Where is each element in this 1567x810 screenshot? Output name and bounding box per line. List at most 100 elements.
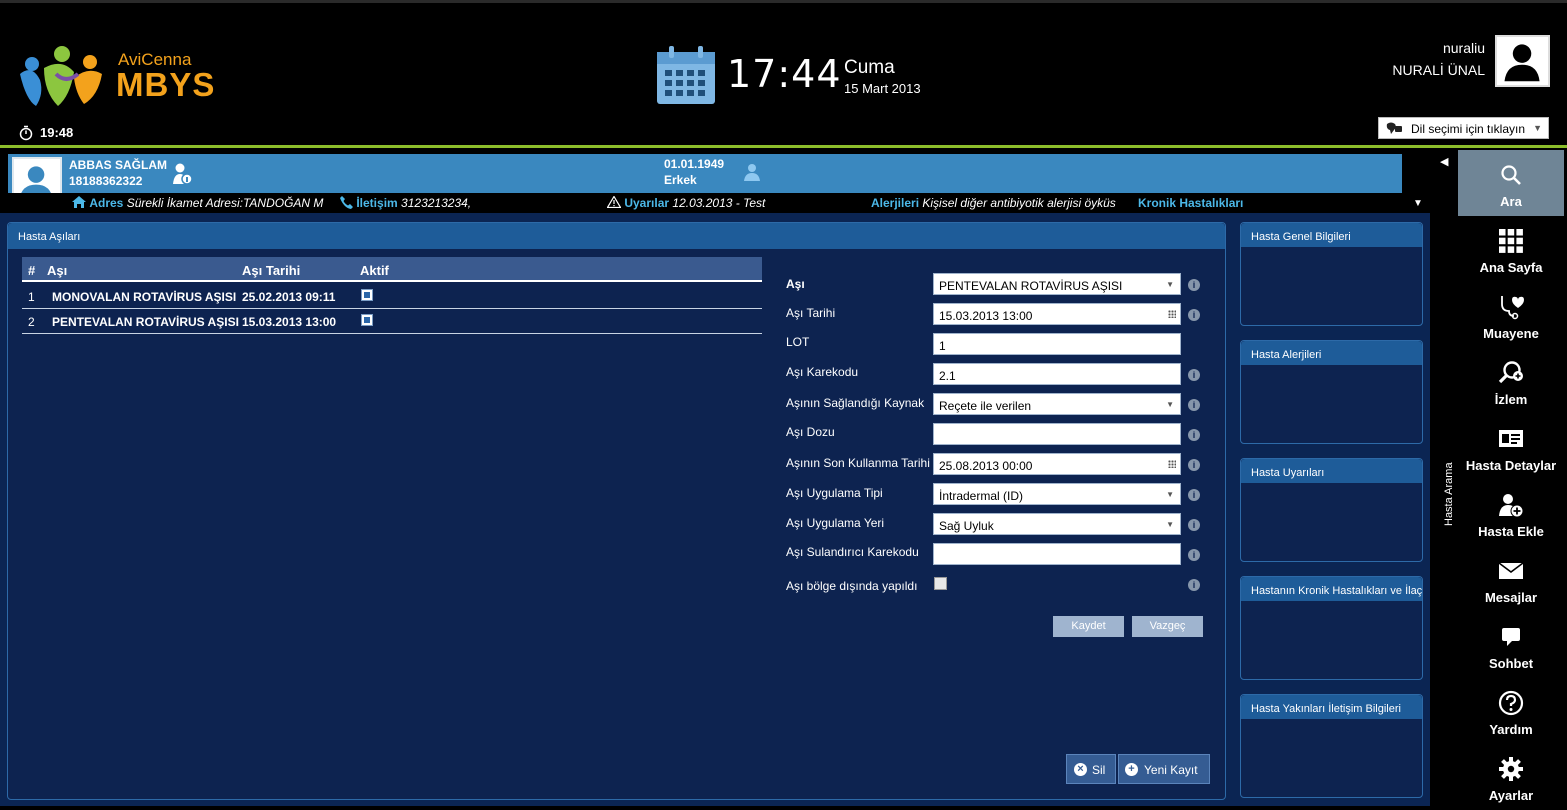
card-header: Hasta Yakınları İletişim Bilgileri	[1241, 695, 1422, 719]
col-header-date: Aşı Tarihi	[242, 263, 301, 278]
gear-icon	[1499, 757, 1523, 781]
cancel-button[interactable]: Vazgeç	[1132, 616, 1203, 637]
save-button[interactable]: Kaydet	[1053, 616, 1124, 637]
patient-name: ABBAS SAĞLAM	[69, 158, 167, 172]
info-icon[interactable]: i	[1188, 549, 1200, 561]
patient-gender: Erkek	[664, 173, 697, 187]
stethoscope-heart-icon	[1501, 296, 1524, 320]
info-icon[interactable]: i	[1188, 579, 1200, 591]
nav-label: Mesajlar	[1484, 590, 1538, 605]
info-icon[interactable]: i	[1188, 519, 1200, 531]
nav-item-izlem[interactable]: İzlem	[1458, 348, 1564, 414]
info-icon[interactable]: i	[1188, 459, 1200, 471]
col-header-vaccine: Aşı	[47, 263, 68, 278]
delete-button[interactable]: × Sil	[1066, 754, 1116, 784]
card-title: Hastanın Kronik Hastalıkları ve İlaç	[1251, 585, 1422, 597]
info-icon[interactable]: i	[1188, 489, 1200, 501]
nav-item-muayene[interactable]: Muayene	[1458, 282, 1564, 348]
out-of-region-checkbox[interactable]	[934, 577, 947, 590]
card-header: Hasta Genel Bilgileri	[1241, 223, 1422, 247]
source-select[interactable]: Reçete ile verilen ▼	[933, 393, 1181, 415]
dose-field[interactable]	[933, 423, 1181, 445]
application-type-select[interactable]: İntradermal (ID) ▼	[933, 483, 1181, 505]
calendar-grid-icon[interactable]	[1168, 310, 1176, 318]
barcode-field-value: 2.1	[939, 369, 956, 383]
envelope-icon	[1498, 562, 1524, 579]
date-label: Aşı Tarihi	[786, 306, 836, 320]
source-select-value: Reçete ile verilen	[939, 399, 1032, 413]
calendar-grid-icon[interactable]	[1168, 460, 1176, 468]
barcode-field[interactable]: 2.1	[933, 363, 1181, 385]
nav-label: Ayarlar	[1488, 788, 1534, 803]
info-icon[interactable]: i	[1188, 429, 1200, 441]
grid-icon	[1499, 229, 1523, 253]
table-row[interactable]: 1 MONOVALAN ROTAVİRUS AŞISI 25.02.2013 0…	[22, 284, 762, 309]
allergies-item[interactable]: Alerjileri Kişisel diğer antibiyotik ale…	[871, 196, 1116, 210]
calendar-icon	[657, 46, 715, 104]
nav-item-ara[interactable]: Ara	[1458, 150, 1564, 216]
application-site-label: Aşı Uygulama Yeri	[786, 516, 885, 530]
vaccine-label: Aşı	[786, 277, 805, 291]
card-header: Hasta Alerjileri	[1241, 341, 1422, 365]
info-icon[interactable]: i	[1188, 399, 1200, 411]
session-clock: 19:48	[40, 125, 74, 140]
patient-search-tab[interactable]: Hasta Arama	[1432, 456, 1455, 526]
nav-item-mesajlar[interactable]: Mesajlar	[1458, 546, 1564, 612]
warnings-value: 12.03.2013 - Test	[672, 196, 766, 210]
application-site-select[interactable]: Sağ Uyluk ▼	[933, 513, 1181, 535]
dose-label: Aşı Dozu	[786, 425, 835, 439]
search-icon	[1501, 165, 1521, 185]
new-record-button-label: Yeni Kayıt	[1144, 763, 1198, 777]
active-checkbox[interactable]	[361, 314, 373, 326]
row-number: 2	[28, 315, 35, 329]
patient-id: 18188362322	[69, 174, 143, 188]
application-site-value: Sağ Uyluk	[939, 519, 994, 533]
current-day: Cuma	[844, 57, 895, 78]
close-circle-icon: ×	[1074, 763, 1087, 776]
nav-label: Yardım	[1489, 722, 1533, 737]
chronic-item[interactable]: Kronik Hastalıkları	[1138, 196, 1243, 210]
expand-down-icon[interactable]: ▼	[1413, 198, 1423, 209]
language-select[interactable]: Dil seçimi için tıklayın ▼	[1378, 117, 1549, 139]
application-type-value: İntradermal (ID)	[939, 489, 1024, 503]
barcode-label: Aşı Karekodu	[786, 365, 859, 379]
card-general-info: Hasta Genel Bilgileri	[1240, 222, 1423, 326]
info-icon[interactable]: i	[1188, 369, 1200, 381]
diluent-field[interactable]	[933, 543, 1181, 565]
collapse-arrow-icon[interactable]: ◀	[1440, 155, 1448, 168]
info-icon[interactable]: i	[1188, 279, 1200, 291]
col-header-number: #	[28, 263, 36, 278]
new-record-button[interactable]: + Yeni Kayıt	[1118, 754, 1210, 784]
nav-item-ana-sayfa[interactable]: Ana Sayfa	[1458, 216, 1564, 282]
language-icon	[1386, 122, 1402, 134]
nav-item-yardim[interactable]: Yardım	[1458, 678, 1564, 744]
nav-item-sohbet[interactable]: Sohbet	[1458, 612, 1564, 678]
active-checkbox[interactable]	[361, 289, 373, 301]
address-value: Sürekli İkamet Adresi:TANDOĞAN M	[126, 196, 324, 210]
contact-item[interactable]: İletişim 3123213234,	[340, 196, 471, 210]
nav-label: Hasta Ekle	[1478, 524, 1544, 539]
patient-info-strip: Adres Sürekli İkamet Adresi:TANDOĞAN M İ…	[0, 193, 1430, 213]
phone-icon	[340, 196, 353, 209]
diluent-label: Aşı Sulandırıcı Karekodu	[786, 545, 919, 559]
nav-item-hasta-ekle[interactable]: Hasta Ekle	[1458, 480, 1564, 546]
address-item[interactable]: Adres Sürekli İkamet Adresi:TANDOĞAN M	[72, 196, 323, 210]
user-silhouette-icon	[1504, 44, 1540, 82]
row-vaccine: MONOVALAN ROTAVİRUS AŞISI	[52, 290, 237, 304]
user-avatar[interactable]	[1495, 35, 1550, 87]
table-header: # Aşı Aşı Tarihi Aktif	[22, 257, 762, 282]
patient-info-icon[interactable]	[172, 162, 194, 186]
info-icon[interactable]: i	[1188, 309, 1200, 321]
date-picker[interactable]: 15.03.2013 13:00	[933, 303, 1181, 325]
table-row[interactable]: 2 PENTEVALAN ROTAVİRUS AŞISI 15.03.2013 …	[22, 309, 762, 334]
plus-circle-icon: +	[1125, 763, 1138, 776]
vaccine-select[interactable]: PENTEVALAN ROTAVİRUS AŞISI ▼	[933, 273, 1181, 295]
nav-item-ayarlar[interactable]: Ayarlar	[1458, 744, 1564, 810]
lot-label: LOT	[786, 335, 810, 349]
warnings-item[interactable]: Uyarılar 12.03.2013 - Test	[606, 195, 766, 210]
expiry-date-picker[interactable]: 25.08.2013 00:00	[933, 453, 1181, 475]
nav-label: İzlem	[1494, 392, 1528, 407]
lot-field[interactable]: 1	[933, 333, 1181, 355]
out-of-region-label: Aşı bölge dışında yapıldı	[786, 579, 918, 593]
nav-item-hasta-detaylar[interactable]: Hasta Detaylar	[1458, 414, 1564, 480]
